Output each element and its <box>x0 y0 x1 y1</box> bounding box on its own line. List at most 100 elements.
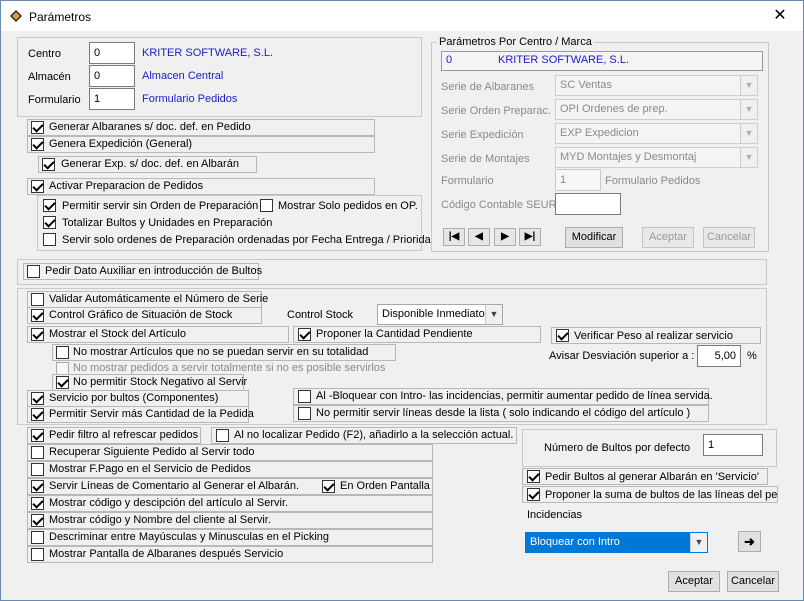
codigo-seur-input[interactable] <box>555 193 621 215</box>
no-mostrar-2-label: No mostrar pedidos a servir totalmente s… <box>73 362 386 374</box>
modificar-button[interactable]: Modificar <box>565 227 623 248</box>
serie-expedicion-select[interactable]: EXP Expedicion ▼ <box>555 123 758 144</box>
app-icon <box>10 10 22 22</box>
pedir-dato-checkbox[interactable] <box>27 265 40 278</box>
almacen-input[interactable]: 0 <box>89 65 135 87</box>
servir-lineas-label: Servir Líneas de Comentario al Generar e… <box>49 480 300 492</box>
pedir-bultos-label: Pedir Bultos al generar Albarán en 'Serv… <box>545 471 759 483</box>
arrow-right-icon: ➜ <box>744 534 755 549</box>
control-stock-label: Control Stock <box>287 309 354 321</box>
pedir-bultos-checkbox[interactable] <box>527 470 540 483</box>
chevron-down-icon: ▼ <box>690 533 707 552</box>
generar-albaranes-label: Generar Albaranes s/ doc. def. en Pedido <box>49 121 251 133</box>
en-orden-checkbox[interactable] <box>322 480 335 493</box>
descriminar-checkbox[interactable] <box>31 531 44 544</box>
no-permitir-neg-label: No permitir Stock Negativo al Servir <box>73 376 248 388</box>
mostrar-pantalla-checkbox[interactable] <box>31 548 44 561</box>
proponer-suma-label: Proponer la suma de bultos de las líneas… <box>545 489 778 501</box>
marca-code: 0 <box>446 54 453 66</box>
mostrar-stock-checkbox[interactable] <box>31 328 44 341</box>
servir-solo-checkbox[interactable] <box>43 233 56 246</box>
serie-expedicion-label: Serie Expedición <box>441 129 524 141</box>
serie-expedicion-value: EXP Expedicion <box>560 127 639 139</box>
incidencias-select[interactable]: Bloquear con Intro ▼ <box>525 532 708 553</box>
permitir-servir-checkbox[interactable] <box>43 199 56 212</box>
permitir-mas-checkbox[interactable] <box>31 408 44 421</box>
mostrar-codigo-art-checkbox[interactable] <box>31 497 44 510</box>
serie-orden-select[interactable]: OPI Ordenes de prep. ▼ <box>555 99 758 120</box>
verificar-peso-label: Verificar Peso al realizar servicio <box>574 330 733 342</box>
aceptar-button[interactable]: Aceptar <box>668 571 720 592</box>
marca-formulario-label: Formulario <box>441 175 494 187</box>
control-grafico-checkbox[interactable] <box>31 309 44 322</box>
marca-formulario-input[interactable]: 1 <box>555 169 601 191</box>
serie-albaranes-value: SC Ventas <box>560 79 612 91</box>
serie-montajes-select[interactable]: MYD Montajes y Desmontaj ▼ <box>555 147 758 168</box>
recuperar-checkbox[interactable] <box>31 446 44 459</box>
arrow-right-button[interactable]: ➜ <box>738 531 761 552</box>
control-stock-select[interactable]: Disponible Inmediato ▼ <box>377 304 503 325</box>
cancelar-button[interactable]: Cancelar <box>727 571 779 592</box>
marca-cancelar-button[interactable]: Cancelar <box>703 227 755 248</box>
no-mostrar-1-checkbox[interactable] <box>56 346 69 359</box>
avisar-unit: % <box>747 350 757 362</box>
mostrar-fpago-checkbox[interactable] <box>31 463 44 476</box>
serie-albaranes-select[interactable]: SC Ventas ▼ <box>555 75 758 96</box>
nav-prev-button[interactable]: ◀ <box>468 228 490 246</box>
totalizar-checkbox[interactable] <box>43 216 56 229</box>
chevron-down-icon: ▼ <box>485 305 502 324</box>
mostrar-stock-label: Mostrar el Stock del Artículo <box>49 328 186 340</box>
control-stock-value: Disponible Inmediato <box>382 308 485 320</box>
centro-name: KRITER SOFTWARE, S.L. <box>142 47 273 59</box>
activar-preparacion-checkbox[interactable] <box>31 180 44 193</box>
close-button[interactable]: ✕ <box>757 1 803 31</box>
nav-last-button[interactable]: ▶| <box>519 228 541 246</box>
proponer-suma-checkbox[interactable] <box>527 488 540 501</box>
activar-preparacion-label: Activar Preparacion de Pedidos <box>49 180 204 192</box>
generar-exp-checkbox[interactable] <box>42 158 55 171</box>
nav-first-button[interactable]: |◀ <box>443 228 465 246</box>
servir-lineas-checkbox[interactable] <box>31 480 44 493</box>
serie-montajes-value: MYD Montajes y Desmontaj <box>560 151 697 163</box>
al-no-localizar-checkbox[interactable] <box>216 429 229 442</box>
serie-albaranes-label: Serie de Albaranes <box>441 81 534 93</box>
genera-expedicion-checkbox[interactable] <box>31 138 44 151</box>
avisar-input[interactable]: 5,00 <box>697 345 741 367</box>
incidencias-value: Bloquear con Intro <box>530 536 620 548</box>
permitir-servir-label: Permitir servir sin Orden de Preparación <box>62 200 259 212</box>
window-title: Parámetros <box>29 10 92 24</box>
incidencias-label: Incidencias <box>527 509 583 521</box>
formulario-label: Formulario <box>28 94 81 106</box>
al-bloquear-label: Al -Bloquear con Intro- las incidencias,… <box>316 390 713 402</box>
marca-legend: Parámetros Por Centro / Marca <box>437 36 594 48</box>
proponer-cantidad-checkbox[interactable] <box>298 328 311 341</box>
num-bultos-input[interactable]: 1 <box>703 434 763 456</box>
generar-albaranes-checkbox[interactable] <box>31 121 44 134</box>
en-orden-label: En Orden Pantalla <box>340 480 430 492</box>
almacen-label: Almacén <box>28 71 71 83</box>
servir-solo-label: Servir solo ordenes de Preparación orden… <box>62 234 437 246</box>
validar-checkbox[interactable] <box>31 293 44 306</box>
mostrar-fpago-label: Mostrar F.Pago en el Servicio de Pedidos <box>49 463 251 475</box>
no-permitir-lista-checkbox[interactable] <box>298 407 311 420</box>
mostrar-codigo-cli-checkbox[interactable] <box>31 514 44 527</box>
centro-label: Centro <box>28 48 62 60</box>
formulario-input[interactable]: 1 <box>89 88 135 110</box>
chevron-down-icon: ▼ <box>740 76 757 95</box>
control-grafico-label: Control Gráfico de Situación de Stock <box>49 309 233 321</box>
nav-next-button[interactable]: ▶ <box>494 228 516 246</box>
al-no-localizar-label: Al no localizar Pedido (F2), añadirlo a … <box>234 429 514 441</box>
verificar-peso-checkbox[interactable] <box>556 329 569 342</box>
al-bloquear-checkbox[interactable] <box>298 390 311 403</box>
no-permitir-neg-checkbox[interactable] <box>56 376 69 389</box>
serie-orden-label: Serie Orden Preparac. <box>441 105 552 117</box>
marca-aceptar-button[interactable]: Aceptar <box>642 227 694 248</box>
servicio-bultos-checkbox[interactable] <box>31 392 44 405</box>
avisar-label: Avisar Desviación superior a : <box>549 350 695 362</box>
codigo-seur-label: Código Contable SEUR <box>441 199 557 211</box>
mostrar-solo-checkbox[interactable] <box>260 199 273 212</box>
pedir-filtro-checkbox[interactable] <box>31 429 44 442</box>
mostrar-codigo-art-label: Mostrar código y descipción del artículo… <box>49 497 289 509</box>
centro-input[interactable]: 0 <box>89 42 135 64</box>
servicio-bultos-label: Servicio por bultos (Componentes) <box>49 392 219 404</box>
